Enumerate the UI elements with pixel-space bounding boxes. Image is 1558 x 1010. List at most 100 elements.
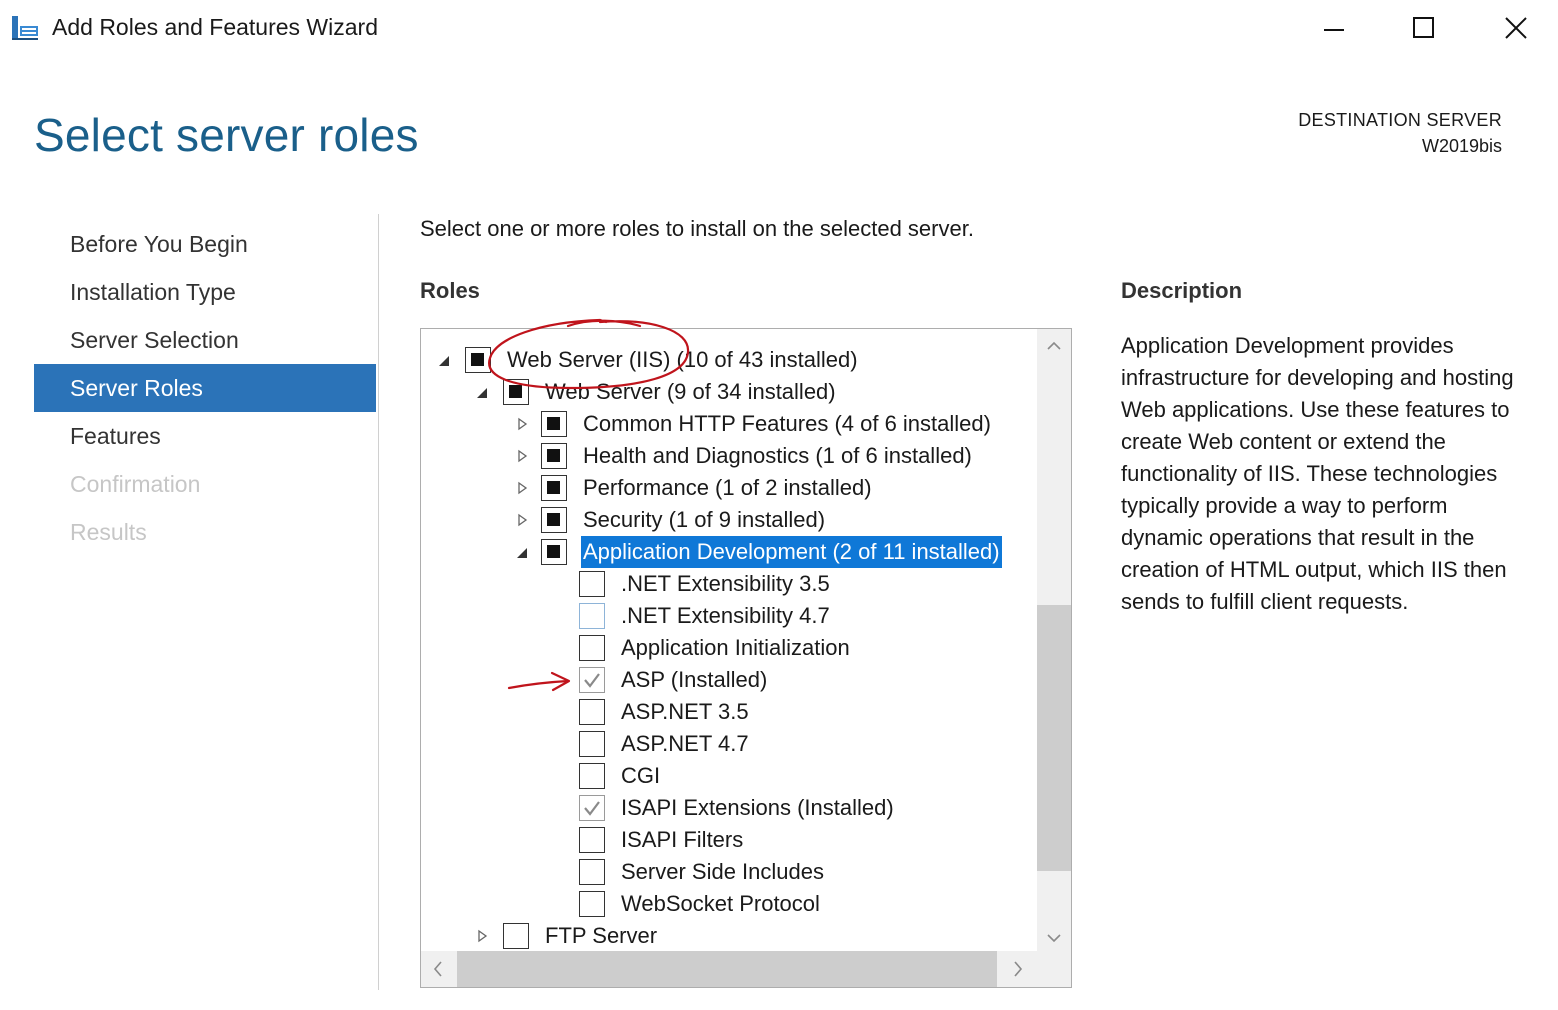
minimize-button[interactable] [1304,6,1364,50]
tree-row[interactable]: Application Initialization [421,632,1035,664]
nav-item-installation-type[interactable]: Installation Type [34,268,376,316]
role-label[interactable]: Application Development (2 of 11 install… [581,536,1002,568]
role-label[interactable]: Web Server (IIS) (10 of 43 installed) [505,344,860,376]
role-checkbox[interactable] [579,603,605,629]
window-title: Add Roles and Features Wizard [52,14,378,40]
tree-row[interactable]: FTP Server [421,920,1035,952]
destination-server-label: DESTINATION SERVER [1298,110,1502,130]
role-label[interactable]: ISAPI Filters [619,824,745,856]
nav-item-confirmation: Confirmation [70,471,201,497]
close-button[interactable] [1486,6,1546,50]
minimize-icon [1324,29,1344,31]
role-checkbox[interactable] [541,539,567,565]
role-checkbox[interactable] [579,571,605,597]
collapsed-triangle-icon[interactable] [475,929,489,943]
instructions-text: Select one or more roles to install on t… [420,216,974,241]
server-manager-icon [12,16,38,40]
nav-item-server-roles[interactable]: Server Roles [34,364,376,412]
vertical-scroll-thumb[interactable] [1037,605,1071,871]
role-label[interactable]: ASP.NET 4.7 [619,728,751,760]
tree-row[interactable]: ASP (Installed) [421,664,1035,696]
tree-row[interactable]: Common HTTP Features (4 of 6 installed) [421,408,1035,440]
role-checkbox[interactable] [541,411,567,437]
title-bar: Add Roles and Features Wizard [0,0,1558,56]
page-title: Select server roles [34,109,419,161]
tree-row[interactable]: .NET Extensibility 3.5 [421,568,1035,600]
description-heading: Description [1121,278,1243,303]
scroll-right-icon[interactable] [1013,961,1023,977]
checkmark-icon [584,673,600,688]
role-checkbox[interactable] [579,891,605,917]
tree-row[interactable]: Application Development (2 of 11 install… [421,536,1035,568]
vertical-scrollbar[interactable] [1037,329,1071,951]
tree-row[interactable]: Server Side Includes [421,856,1035,888]
tree-row[interactable]: ISAPI Filters [421,824,1035,856]
tree-row[interactable]: .NET Extensibility 4.7 [421,600,1035,632]
collapsed-triangle-icon[interactable] [515,417,529,431]
nav-item-features[interactable]: Features [34,412,376,460]
role-label[interactable]: Performance (1 of 2 installed) [581,472,874,504]
role-checkbox[interactable] [503,923,529,949]
role-checkbox[interactable] [579,763,605,789]
maximize-icon [1413,17,1434,38]
role-checkbox[interactable] [465,347,491,373]
nav-divider [378,214,379,990]
nav-item-server-selection[interactable]: Server Selection [34,316,376,364]
role-label[interactable]: Application Initialization [619,632,852,664]
scroll-down-icon[interactable] [1047,933,1061,943]
role-label[interactable]: Common HTTP Features (4 of 6 installed) [581,408,993,440]
role-label[interactable]: Server Side Includes [619,856,826,888]
role-label[interactable]: Security (1 of 9 installed) [581,504,827,536]
tree-row[interactable]: ASP.NET 3.5 [421,696,1035,728]
tree-row[interactable]: CGI [421,760,1035,792]
expanded-triangle-icon[interactable] [515,545,529,559]
role-checkbox[interactable] [541,443,567,469]
role-checkbox[interactable] [579,667,605,693]
tree-row[interactable]: Performance (1 of 2 installed) [421,472,1035,504]
role-checkbox[interactable] [579,731,605,757]
close-icon [1505,17,1527,39]
tree-row[interactable]: ASP.NET 4.7 [421,728,1035,760]
role-label[interactable]: ISAPI Extensions (Installed) [619,792,896,824]
scroll-up-icon[interactable] [1047,341,1061,351]
tree-row[interactable]: Web Server (IIS) (10 of 43 installed) [421,344,1035,376]
role-label[interactable]: Health and Diagnostics (1 of 6 installed… [581,440,974,472]
role-checkbox[interactable] [579,635,605,661]
collapsed-triangle-icon[interactable] [515,481,529,495]
tree-row[interactable]: Security (1 of 9 installed) [421,504,1035,536]
horizontal-scrollbar[interactable] [421,951,1071,987]
scroll-left-icon[interactable] [433,961,443,977]
role-label[interactable]: Web Server (9 of 34 installed) [543,376,838,408]
roles-heading: Roles [420,278,480,303]
destination-server-name: W2019bis [1421,136,1502,156]
collapsed-triangle-icon[interactable] [515,513,529,527]
tree-row[interactable]: Health and Diagnostics (1 of 6 installed… [421,440,1035,472]
role-checkbox[interactable] [579,795,605,821]
expanded-triangle-icon[interactable] [475,385,489,399]
maximize-button[interactable] [1394,6,1454,50]
role-label[interactable]: ASP.NET 3.5 [619,696,751,728]
collapsed-triangle-icon[interactable] [515,449,529,463]
wizard-steps-nav: Before You Begin Installation Type Serve… [34,220,376,556]
description-text: Application Development provides infrast… [1121,333,1514,614]
role-label[interactable]: CGI [619,760,662,792]
role-label[interactable]: .NET Extensibility 3.5 [619,568,832,600]
roles-tree[interactable]: Web Server (IIS) (10 of 43 installed) Web… [420,328,1072,988]
role-label[interactable]: WebSocket Protocol [619,888,822,920]
role-checkbox[interactable] [503,379,529,405]
nav-item-before-you-begin[interactable]: Before You Begin [34,220,376,268]
role-checkbox[interactable] [579,859,605,885]
role-label[interactable]: FTP Server [543,920,659,952]
tree-row[interactable]: WebSocket Protocol [421,888,1035,920]
role-checkbox[interactable] [579,699,605,725]
expanded-triangle-icon[interactable] [437,353,451,367]
tree-row[interactable]: Web Server (9 of 34 installed) [421,376,1035,408]
role-label[interactable]: ASP (Installed) [619,664,769,696]
role-label[interactable]: .NET Extensibility 4.7 [619,600,832,632]
role-checkbox[interactable] [579,827,605,853]
roles-tree-rows: Web Server (IIS) (10 of 43 installed) Web… [421,344,1035,952]
role-checkbox[interactable] [541,507,567,533]
horizontal-scroll-thumb[interactable] [457,951,997,987]
tree-row[interactable]: ISAPI Extensions (Installed) [421,792,1035,824]
role-checkbox[interactable] [541,475,567,501]
